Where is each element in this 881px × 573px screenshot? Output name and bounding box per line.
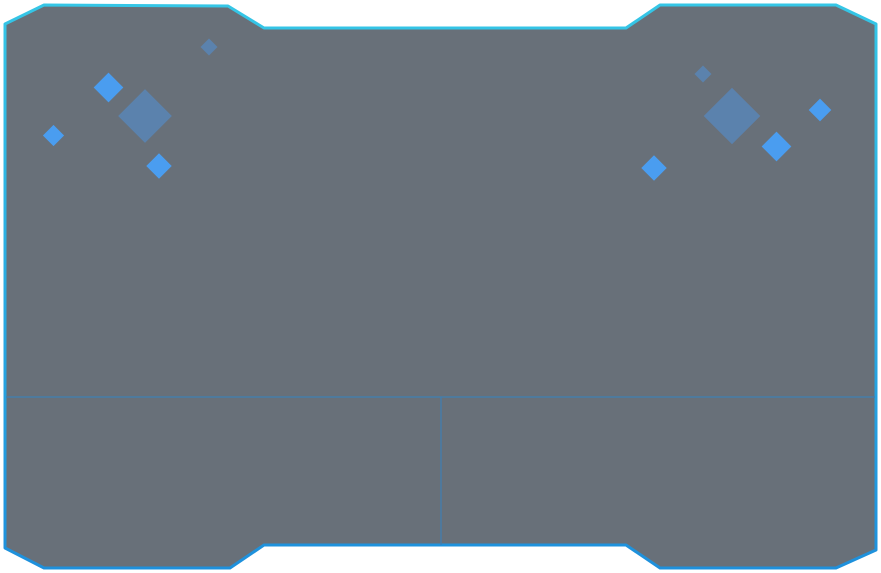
right-click-zone[interactable] <box>442 398 875 546</box>
touchpad-device <box>0 0 881 573</box>
touchpad-graphic <box>3 3 878 570</box>
left-click-zone[interactable] <box>6 398 440 546</box>
